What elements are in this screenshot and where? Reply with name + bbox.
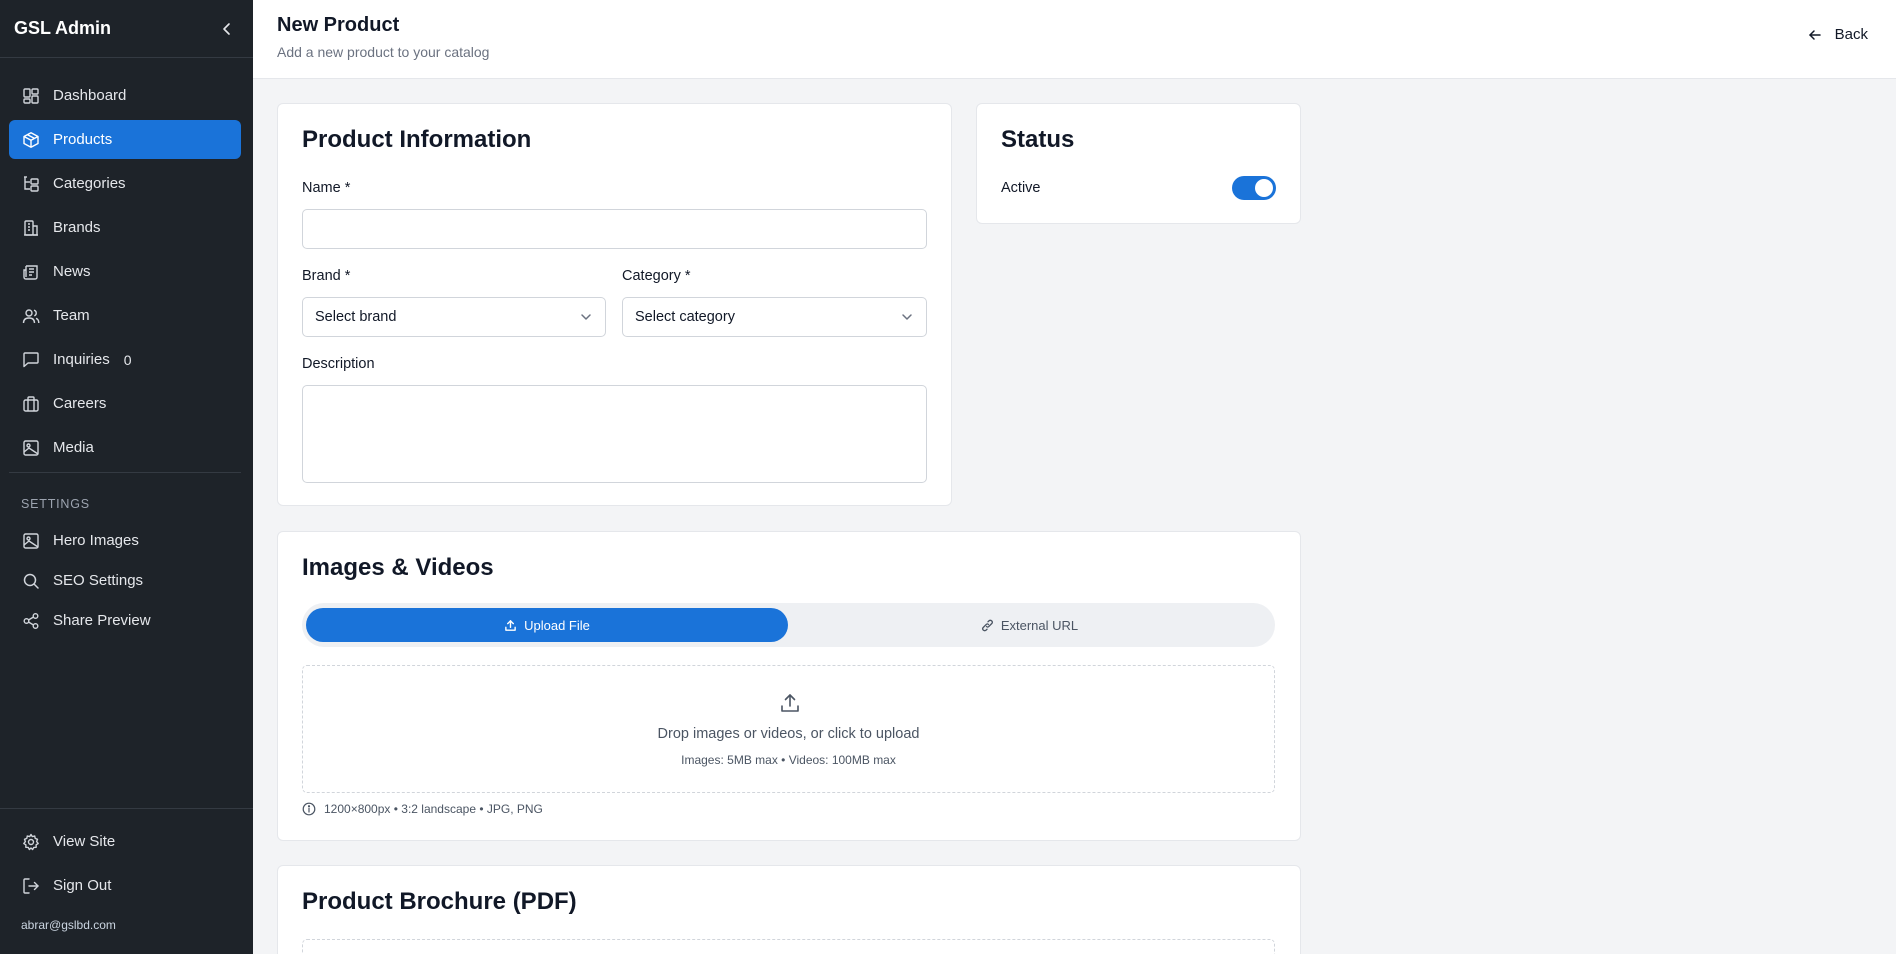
sidebar-item-products[interactable]: Products bbox=[9, 120, 241, 159]
tab-label: External URL bbox=[1000, 617, 1079, 633]
back-button[interactable]: Back bbox=[1807, 26, 1868, 43]
sidebar-item-label: Team bbox=[53, 307, 90, 324]
sidebar-item-inquiries[interactable]: Inquiries 0 bbox=[9, 340, 241, 379]
message-square-icon bbox=[21, 350, 41, 370]
image-icon bbox=[21, 531, 41, 551]
sidebar-item-media[interactable]: Media bbox=[9, 428, 241, 467]
sidebar-item-label: Inquiries bbox=[53, 351, 110, 368]
media-source-tabs: Upload File External URL bbox=[302, 603, 1275, 647]
description-label: Description bbox=[302, 356, 375, 372]
sidebar-item-careers[interactable]: Careers bbox=[9, 384, 241, 423]
brochure-dropzone[interactable] bbox=[302, 939, 1275, 954]
status-card: Status Active bbox=[976, 103, 1301, 224]
sidebar-item-label: Share Preview bbox=[53, 612, 151, 629]
tab-label: Upload File bbox=[524, 617, 590, 633]
back-label: Back bbox=[1834, 26, 1868, 43]
sidebar-item-label: Categories bbox=[53, 175, 126, 192]
search-icon bbox=[21, 571, 41, 591]
info-icon bbox=[302, 802, 316, 816]
package-icon bbox=[21, 130, 41, 150]
sidebar-header: GSL Admin bbox=[0, 0, 253, 58]
sidebar-item-label: Careers bbox=[53, 395, 107, 412]
brand-label: Brand * bbox=[302, 268, 351, 284]
sidebar-item-label: Media bbox=[53, 439, 94, 456]
log-out-icon bbox=[21, 876, 41, 896]
toggle-knob bbox=[1255, 179, 1273, 197]
sidebar-item-label: Brands bbox=[53, 219, 101, 236]
tab-external-url[interactable]: External URL bbox=[788, 608, 1271, 642]
app-title: GSL Admin bbox=[14, 18, 112, 38]
user-email: abrar@gslbd.com bbox=[21, 918, 116, 932]
image-size-hint: 1200×800px • 3:2 landscape • JPG, PNG bbox=[302, 802, 543, 816]
folder-tree-icon bbox=[21, 174, 41, 194]
brand-select[interactable]: Select brand bbox=[302, 297, 606, 337]
newspaper-icon bbox=[21, 262, 41, 282]
chevron-down-icon bbox=[902, 314, 912, 320]
images-videos-title: Images & Videos bbox=[302, 554, 494, 581]
chevron-left-icon bbox=[223, 22, 230, 35]
name-input[interactable] bbox=[302, 209, 927, 249]
category-label: Category * bbox=[622, 268, 691, 284]
sidebar-item-brands[interactable]: Brands bbox=[9, 208, 241, 247]
sidebar-item-team[interactable]: Team bbox=[9, 296, 241, 335]
sign-out-button[interactable]: Sign Out bbox=[9, 866, 241, 905]
active-toggle[interactable] bbox=[1232, 176, 1276, 200]
sidebar-item-view-site[interactable]: View Site bbox=[9, 822, 241, 861]
share-icon bbox=[21, 611, 41, 631]
page-title: New Product bbox=[277, 14, 400, 36]
sidebar-item-dashboard[interactable]: Dashboard bbox=[9, 76, 241, 115]
product-brochure-title: Product Brochure (PDF) bbox=[302, 888, 577, 915]
inquiries-count-badge: 0 bbox=[123, 351, 132, 368]
chevron-down-icon bbox=[581, 314, 591, 320]
product-information-card: Product Information Name * Brand * Selec… bbox=[277, 103, 952, 506]
images-videos-card: Images & Videos Upload File External URL… bbox=[277, 531, 1301, 841]
briefcase-icon bbox=[21, 394, 41, 414]
page-header: New Product Add a new product to your ca… bbox=[253, 0, 1896, 79]
category-select[interactable]: Select category bbox=[622, 297, 927, 337]
upload-dropzone[interactable]: Drop images or videos, or click to uploa… bbox=[302, 665, 1275, 793]
sidebar-item-label: Hero Images bbox=[53, 532, 139, 549]
upload-icon bbox=[504, 619, 517, 632]
hint-text: 1200×800px • 3:2 landscape • JPG, PNG bbox=[324, 802, 543, 816]
dropzone-text: Drop images or videos, or click to uploa… bbox=[657, 726, 920, 742]
brand-select-value: Select brand bbox=[315, 309, 397, 325]
category-select-value: Select category bbox=[635, 309, 735, 325]
sidebar-item-categories[interactable]: Categories bbox=[9, 164, 241, 203]
dropzone-limits: Images: 5MB max • Videos: 100MB max bbox=[681, 753, 896, 767]
dashboard-icon bbox=[21, 86, 41, 106]
upload-icon bbox=[779, 692, 801, 719]
product-brochure-card: Product Brochure (PDF) bbox=[277, 865, 1301, 954]
settings-heading: SETTINGS bbox=[21, 497, 90, 511]
sidebar-item-label: Products bbox=[53, 131, 113, 148]
product-information-title: Product Information bbox=[302, 126, 532, 153]
arrow-left-icon bbox=[1807, 27, 1823, 43]
gear-icon bbox=[21, 832, 41, 852]
sidebar-divider bbox=[9, 472, 241, 473]
sidebar-item-news[interactable]: News bbox=[9, 252, 241, 291]
page-subtitle: Add a new product to your catalog bbox=[277, 44, 490, 60]
tab-upload-file[interactable]: Upload File bbox=[306, 608, 788, 642]
sidebar-item-label: View Site bbox=[53, 833, 116, 850]
sidebar-item-label: Dashboard bbox=[53, 87, 127, 104]
active-label: Active bbox=[1001, 180, 1041, 196]
sidebar-item-hero-images[interactable]: Hero Images bbox=[9, 521, 241, 560]
description-textarea[interactable] bbox=[302, 385, 927, 483]
sidebar-item-label: News bbox=[53, 263, 91, 280]
image-icon bbox=[21, 438, 41, 458]
status-title: Status bbox=[1001, 126, 1075, 153]
sidebar-item-label: SEO Settings bbox=[53, 572, 144, 589]
users-icon bbox=[21, 306, 41, 326]
building-icon bbox=[21, 218, 41, 238]
sidebar-footer-divider bbox=[0, 808, 253, 809]
sidebar-item-seo-settings[interactable]: SEO Settings bbox=[9, 561, 241, 600]
sidebar-item-share-preview[interactable]: Share Preview bbox=[9, 601, 241, 640]
sidebar-item-label: Sign Out bbox=[53, 877, 112, 894]
name-label: Name * bbox=[302, 180, 351, 196]
link-icon bbox=[981, 619, 994, 632]
sidebar: GSL Admin Dashboard Products Categories … bbox=[0, 0, 253, 954]
collapse-sidebar-button[interactable] bbox=[215, 17, 239, 41]
